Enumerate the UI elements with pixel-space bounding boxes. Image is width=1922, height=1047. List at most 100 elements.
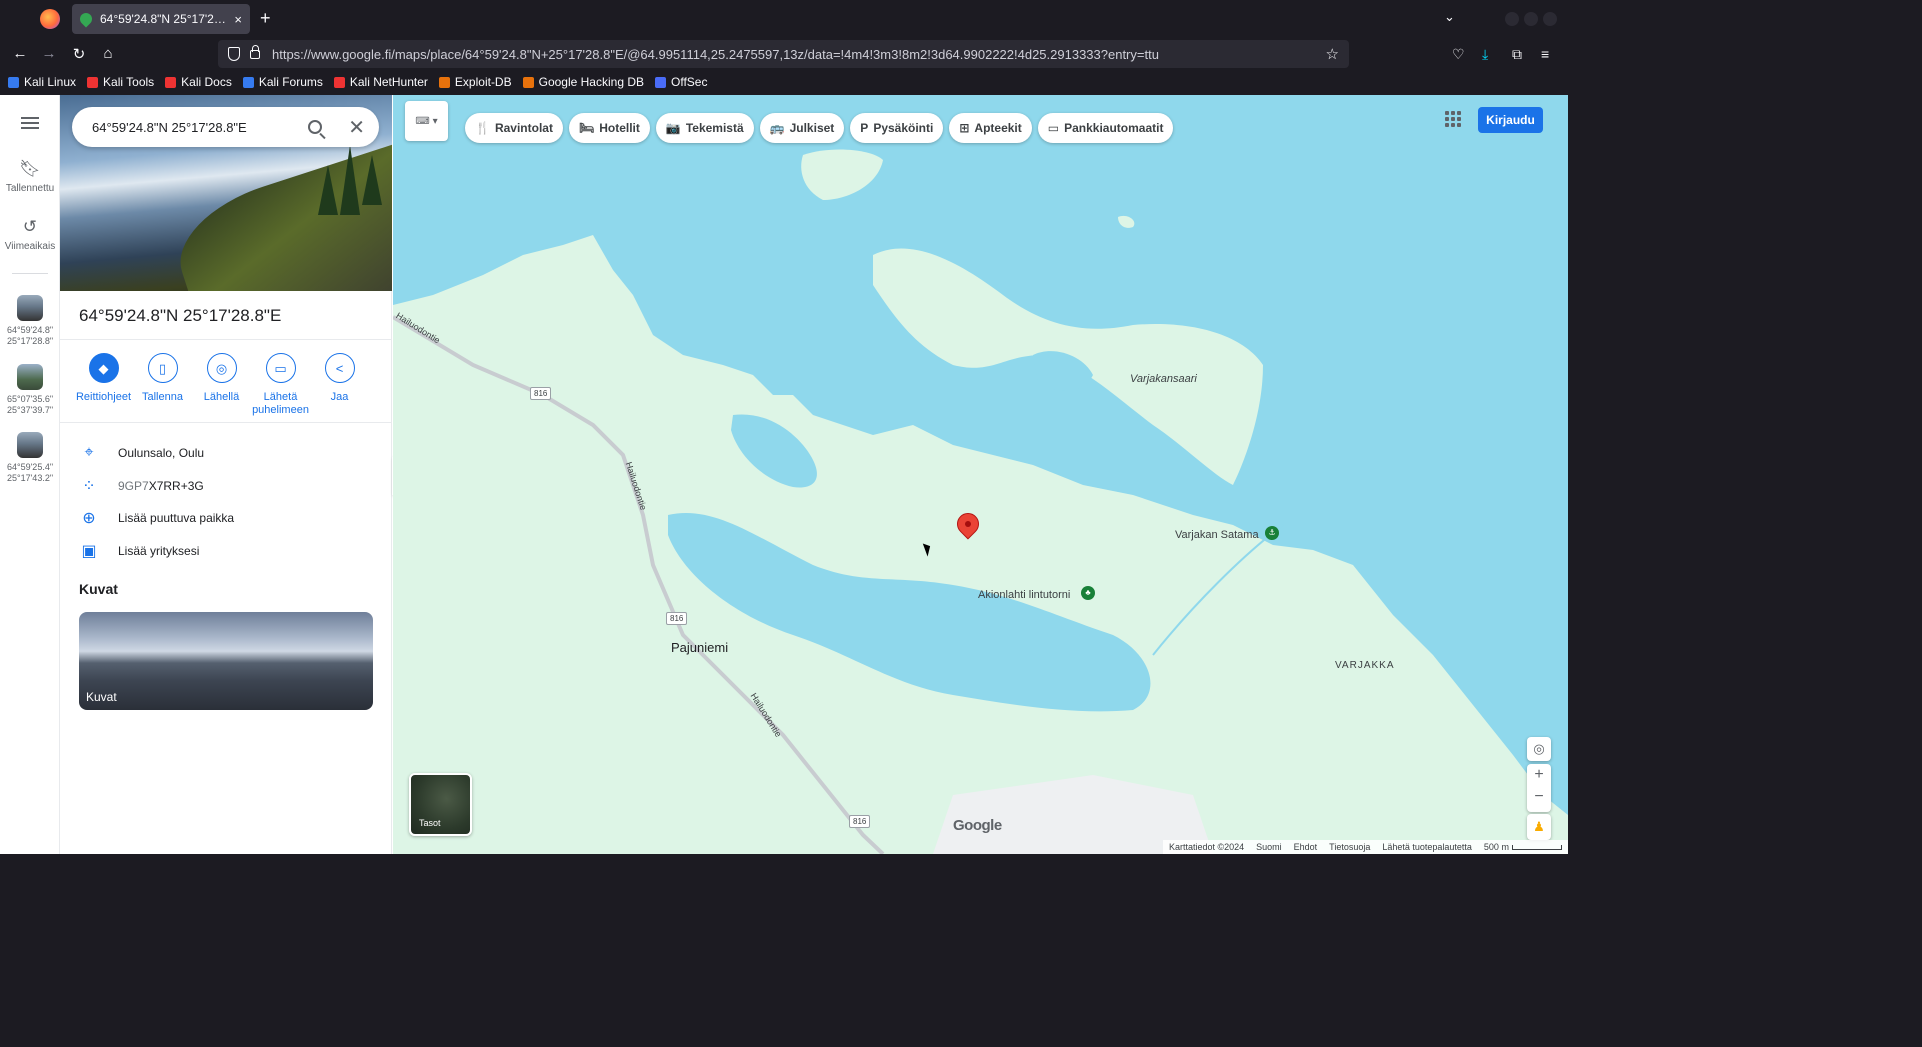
terms-link[interactable]: Ehdot bbox=[1294, 842, 1318, 852]
rail-recent[interactable]: ↺ Viimeaikais bbox=[0, 217, 60, 252]
maximize-button[interactable] bbox=[1524, 12, 1538, 26]
login-button[interactable]: Kirjaudu bbox=[1478, 107, 1543, 133]
bookmark-star-icon[interactable]: ☆ bbox=[1326, 45, 1339, 63]
bookmark-item[interactable]: Kali Tools bbox=[87, 75, 154, 89]
extensions-icon[interactable]: ⧉ bbox=[1512, 46, 1522, 63]
address-row[interactable]: ⌖ Oulunsalo, Oulu bbox=[60, 436, 392, 469]
url-text[interactable]: https://www.google.fi/maps/place/64°59'2… bbox=[272, 47, 1326, 62]
place-panel: 64°59'24.8"N 25°17'28.8"E ✕ 64°59'24.8"N… bbox=[60, 95, 392, 854]
feedback-link[interactable]: Lähetä tuotepalautetta bbox=[1382, 842, 1472, 852]
tab-bar: 64°59'24.8"N 25°17'28.8"E × + ⌄ bbox=[0, 0, 1568, 38]
nearby-icon: ◎ bbox=[206, 353, 237, 383]
tab-close-icon[interactable]: × bbox=[234, 12, 242, 27]
reload-icon[interactable]: ↻ bbox=[69, 45, 89, 63]
recent-item[interactable]: 64°59'24.8" 25°17'28.8" bbox=[0, 295, 60, 347]
side-rail: 🔖︎ Tallennettu ↺ Viimeaikais 64°59'24.8"… bbox=[0, 95, 60, 854]
save-button[interactable]: ▯ Tallenna bbox=[133, 353, 192, 417]
close-icon[interactable]: ✕ bbox=[348, 115, 365, 140]
downloads-icon[interactable]: ⤓ bbox=[1482, 46, 1488, 63]
menu-icon[interactable]: ≡ bbox=[1541, 46, 1549, 62]
close-window-button[interactable] bbox=[1543, 12, 1557, 26]
tab-active[interactable]: 64°59'24.8"N 25°17'28.8"E × bbox=[72, 4, 250, 34]
send-to-phone-icon: ▭ bbox=[265, 353, 296, 383]
hero-tree bbox=[340, 145, 360, 215]
scale-bar[interactable]: 500 m bbox=[1484, 842, 1562, 852]
tracking-shield-icon[interactable] bbox=[228, 47, 240, 61]
bookmark-item[interactable]: Kali Linux bbox=[8, 75, 76, 89]
maps-favicon-icon bbox=[77, 10, 95, 28]
bookmark-label: Exploit-DB bbox=[454, 75, 512, 89]
search-icon[interactable] bbox=[308, 120, 323, 134]
menu-hamburger-icon[interactable] bbox=[21, 117, 39, 129]
category-chip-ravintolat[interactable]: 🍴 Ravintolat bbox=[465, 113, 563, 143]
recent-thumbnail bbox=[17, 295, 43, 321]
pegman-icon[interactable]: ♟ bbox=[1527, 814, 1551, 840]
search-input[interactable]: 64°59'24.8"N 25°17'28.8"E bbox=[92, 120, 308, 135]
bookmark-item[interactable]: OffSec bbox=[655, 75, 707, 89]
map-canvas[interactable]: ⌨ ▾ 🍴 Ravintolat 🛏 Hotellit 📷 Tekemistä 🚌 Julki… bbox=[393, 95, 1568, 854]
bookmark-item[interactable]: Exploit-DB bbox=[438, 75, 512, 89]
privacy-link[interactable]: Tietosuoja bbox=[1329, 842, 1370, 852]
zoom-in-button[interactable]: + bbox=[1527, 764, 1551, 786]
add-business-row[interactable]: ▣ Lisää yrityksesi bbox=[60, 534, 392, 567]
birdtower-label[interactable]: Akionlahti lintutorni bbox=[978, 589, 1070, 601]
nearby-button[interactable]: ◎ Lähellä bbox=[192, 353, 251, 417]
bookmark-icon: ▯ bbox=[147, 353, 178, 383]
lock-icon[interactable] bbox=[250, 44, 260, 59]
add-business-icon: ▣ bbox=[81, 542, 97, 560]
islet bbox=[1118, 215, 1135, 228]
recent-item[interactable]: 64°59'25.4" 25°17'43.2" bbox=[0, 432, 60, 484]
pocket-icon[interactable]: ♡ bbox=[1452, 46, 1465, 63]
home-icon[interactable]: ⌂ bbox=[98, 45, 118, 62]
add-missing-place-row[interactable]: ⊕ Lisää puuttuva paikka bbox=[60, 501, 392, 534]
divider bbox=[60, 422, 392, 423]
bookmarks-toolbar: Kali Linux Kali Tools Kali Docs Kali Forums… bbox=[0, 71, 1568, 93]
bookmark-favicon-icon bbox=[522, 76, 534, 88]
bookmark-item[interactable]: Kali Forums bbox=[242, 75, 323, 89]
new-tab-button[interactable]: + bbox=[260, 8, 271, 29]
bookmark-item[interactable]: Kali Docs bbox=[165, 75, 232, 89]
category-chip-pysäköinti[interactable]: P Pysäköinti bbox=[850, 113, 944, 143]
category-chip-label: Pankkiautomaatit bbox=[1064, 121, 1164, 135]
layers-button[interactable]: Tasot bbox=[409, 773, 472, 836]
zoom-out-button[interactable]: − bbox=[1527, 786, 1551, 808]
bookmark-label: Kali Docs bbox=[181, 75, 232, 89]
category-chip-tekemistä[interactable]: 📷 Tekemistä bbox=[655, 113, 754, 143]
bookmark-item[interactable]: Kali NetHunter bbox=[333, 75, 428, 89]
language-link[interactable]: Suomi bbox=[1256, 842, 1282, 852]
tree-poi-icon[interactable]: ♣ bbox=[1081, 586, 1095, 600]
keyboard-toggle-button[interactable]: ⌨ ▾ bbox=[405, 101, 448, 141]
save-label: Tallenna bbox=[142, 391, 183, 403]
search-box[interactable]: 64°59'24.8"N 25°17'28.8"E ✕ bbox=[72, 107, 379, 147]
harbor-poi-icon[interactable]: ⚓ bbox=[1265, 526, 1279, 540]
share-button[interactable]: < Jaa bbox=[310, 353, 369, 417]
category-chip-label: Apteekit bbox=[974, 121, 1022, 135]
bookmark-label: Kali NetHunter bbox=[349, 75, 428, 89]
bookmark-item[interactable]: Google Hacking DB bbox=[522, 75, 644, 89]
rail-saved[interactable]: 🔖︎ Tallennettu bbox=[0, 159, 60, 194]
minimize-button[interactable] bbox=[1505, 12, 1519, 26]
rail-saved-label: Tallennettu bbox=[5, 183, 55, 194]
nearby-label: Lähellä bbox=[203, 391, 240, 403]
my-location-button[interactable]: ◎ bbox=[1527, 737, 1551, 761]
harbor-label[interactable]: Varjakan Satama bbox=[1175, 529, 1259, 541]
camera-icon: 📷 bbox=[665, 121, 681, 135]
send-to-phone-button[interactable]: ▭ Lähetä puhelimeen bbox=[251, 353, 310, 417]
pluscode-row[interactable]: ⁘ 9GP7 X7RR+3G bbox=[60, 469, 392, 502]
recent-item[interactable]: 65°07'35.6" 25°37'39.7" bbox=[0, 364, 60, 416]
category-chip-julkiset[interactable]: 🚌 Julkiset bbox=[759, 113, 845, 143]
photos-heading: Kuvat bbox=[79, 581, 118, 597]
category-chip-apteekit[interactable]: ⊞ Apteekit bbox=[949, 113, 1032, 143]
directions-label: Reittiohjeet bbox=[75, 391, 132, 403]
photos-thumbnail[interactable]: Kuvat bbox=[79, 612, 373, 710]
forward-arrow-icon[interactable]: → bbox=[39, 45, 59, 62]
back-arrow-icon[interactable]: ← bbox=[10, 45, 30, 62]
list-tabs-chevron-icon[interactable]: ⌄ bbox=[1444, 9, 1455, 25]
url-bar[interactable]: https://www.google.fi/maps/place/64°59'2… bbox=[218, 40, 1349, 68]
pluscode-prefix: 9GP7 bbox=[118, 478, 149, 493]
category-chip-pankkiautomaatit[interactable]: ▭ Pankkiautomaatit bbox=[1037, 113, 1174, 143]
directions-button[interactable]: ◆ Reittiohjeet bbox=[74, 353, 133, 417]
apps-grid-icon[interactable] bbox=[1445, 111, 1461, 127]
category-chip-hotellit[interactable]: 🛏 Hotellit bbox=[568, 113, 650, 143]
firefox-icon[interactable] bbox=[40, 9, 60, 29]
